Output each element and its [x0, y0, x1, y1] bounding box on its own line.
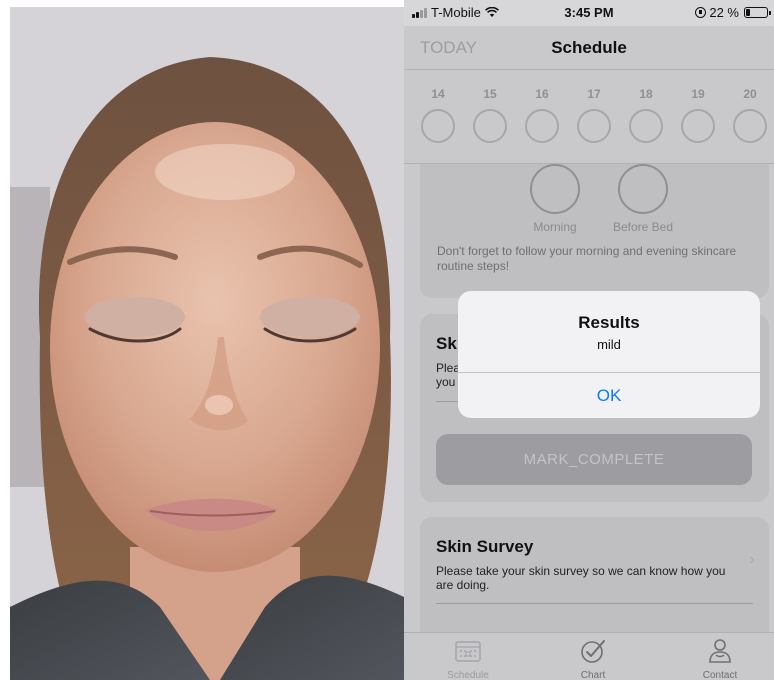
day-ring — [681, 109, 715, 143]
face-photo-illustration — [10, 7, 404, 680]
card-title: Skin Survey — [436, 537, 534, 556]
day-ring — [577, 109, 611, 143]
day-19[interactable]: 19 — [678, 87, 718, 143]
tab-label: Schedule — [447, 670, 489, 680]
day-14[interactable]: 14 — [418, 87, 458, 143]
day-18[interactable]: 18 — [626, 87, 666, 143]
day-number: 16 — [535, 87, 549, 101]
day-ring — [473, 109, 507, 143]
skin-survey-card-2[interactable]: Skin Survey Please take your skin survey… — [420, 517, 769, 632]
calendar-icon — [418, 638, 518, 664]
morning-slot[interactable]: Morning — [515, 164, 595, 234]
day-ring — [629, 109, 663, 143]
face-photo — [10, 7, 404, 680]
card-description: Please take your skin survey so we can k… — [436, 564, 726, 592]
week-strip: 14 15 16 17 18 19 20 — [404, 71, 774, 164]
day-17[interactable]: 17 — [574, 87, 614, 143]
day-number: 18 — [639, 87, 653, 101]
tab-contact[interactable]: Contact — [670, 638, 770, 680]
person-icon — [670, 638, 770, 664]
chevron-right-icon: › — [750, 551, 755, 568]
tab-label: Contact — [702, 670, 738, 680]
day-number: 14 — [431, 87, 445, 101]
day-number: 19 — [691, 87, 705, 101]
battery-fill — [746, 9, 750, 16]
day-number: 20 — [743, 87, 757, 101]
page-title: Schedule — [551, 38, 627, 57]
day-ring — [733, 109, 767, 143]
day-15[interactable]: 15 — [470, 87, 510, 143]
morning-ring — [530, 164, 580, 214]
dialog-message: mild — [597, 337, 621, 352]
results-dialog: Results mild OK — [458, 291, 760, 418]
day-16[interactable]: 16 — [522, 87, 562, 143]
card-divider — [436, 603, 753, 604]
tab-bar: Schedule Chart Contact — [404, 632, 774, 680]
nav-bar: TODAY Schedule — [404, 26, 774, 70]
day-number: 17 — [587, 87, 601, 101]
battery-icon — [744, 7, 771, 18]
day-ring — [421, 109, 455, 143]
before-bed-label: Before Bed — [612, 220, 674, 234]
status-bar: T-Mobile 3:45 PM 22 % — [404, 0, 774, 26]
status-right: 22 % — [695, 5, 771, 20]
morning-label: Morning — [533, 220, 577, 234]
checkmark-circle-icon — [543, 638, 643, 664]
routine-card: Morning Before Bed Don't forget to follo… — [420, 164, 769, 298]
dialog-title: Results — [578, 313, 640, 332]
day-number: 15 — [483, 87, 497, 101]
before-bed-slot[interactable]: Before Bed — [603, 164, 683, 234]
day-ring — [525, 109, 559, 143]
phone-screen: T-Mobile 3:45 PM 22 % TODAY Schedule 14 … — [404, 0, 774, 680]
card-title: Sk — [436, 334, 457, 353]
routine-message: Don't forget to follow your morning and … — [437, 244, 737, 273]
tab-chart[interactable]: Chart — [543, 638, 643, 680]
orientation-lock-icon — [695, 7, 707, 18]
day-20[interactable]: 20 — [730, 87, 770, 143]
battery-percent: 22 % — [709, 5, 739, 20]
ok-button[interactable]: OK — [458, 373, 760, 418]
before-bed-ring — [618, 164, 668, 214]
mark-complete-button[interactable]: MARK_COMPLETE — [436, 434, 752, 485]
tab-label: Chart — [580, 670, 606, 680]
tab-schedule[interactable]: Schedule — [418, 638, 518, 680]
